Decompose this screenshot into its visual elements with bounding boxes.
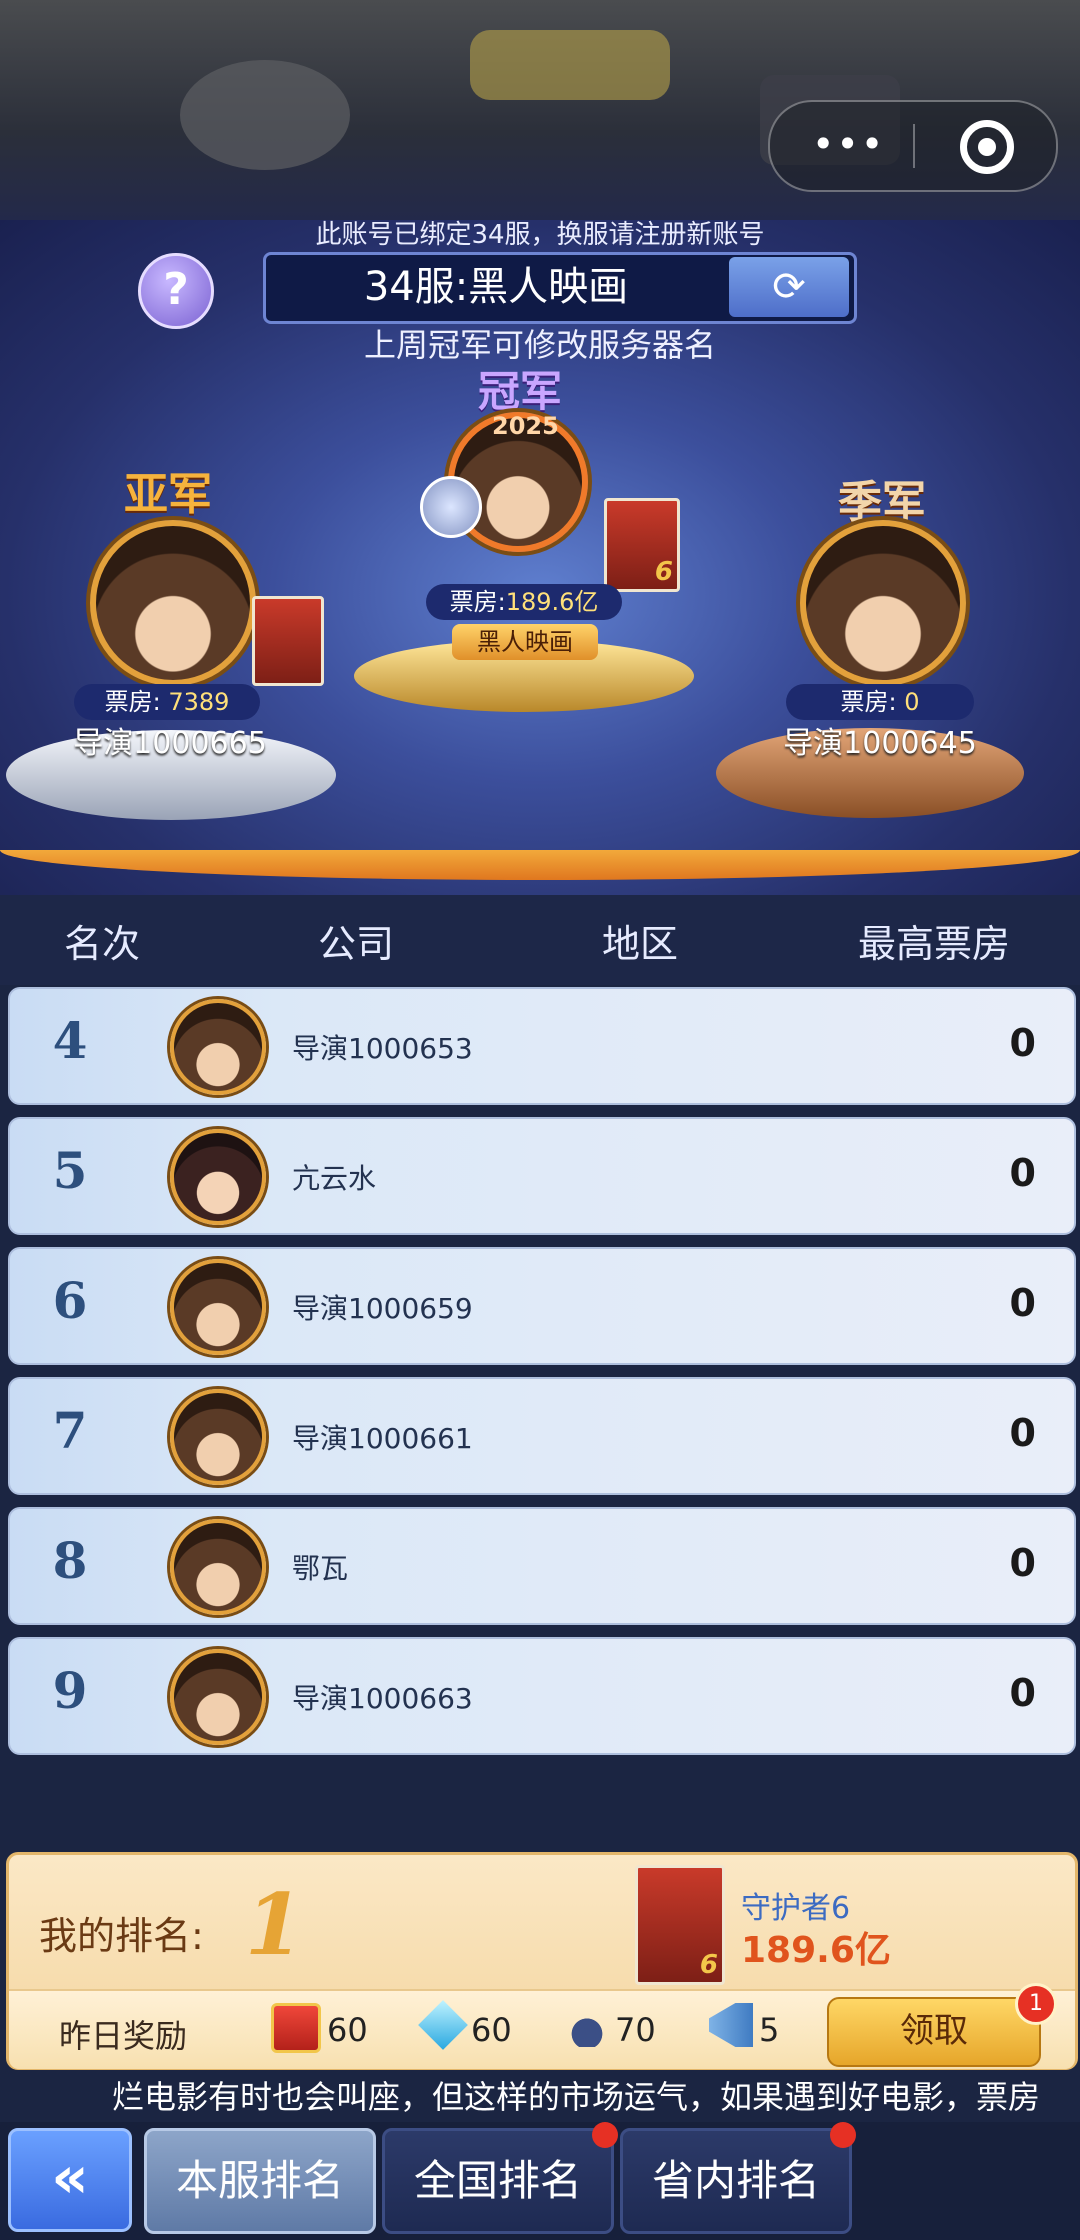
champion-year-badge: 2025: [492, 412, 559, 440]
champion-name-plate: 黑人映画: [452, 624, 598, 660]
row-value: 0: [1009, 1411, 1036, 1455]
bottom-navigation: « 本服排名 全国排名 省内排名: [0, 2122, 1080, 2240]
reward-value: 70: [615, 2011, 656, 2049]
row-rank: 4: [52, 1011, 88, 1070]
capsule-divider: [913, 124, 915, 168]
champion-box-office: 票房:189.6亿: [426, 584, 622, 620]
second-place-title: 亚军: [124, 469, 212, 520]
gift-box-icon: [271, 2003, 321, 2053]
row-rank: 7: [52, 1401, 88, 1460]
tab-server-ranking[interactable]: 本服排名: [144, 2128, 376, 2234]
my-rank-value: 1: [245, 1875, 304, 1974]
more-dots-icon[interactable]: •••: [812, 122, 885, 166]
row-name: 鄂瓦: [292, 1552, 349, 1585]
refresh-server-button[interactable]: ⟳: [729, 257, 849, 317]
claim-button[interactable]: 领取: [827, 1997, 1041, 2067]
background-shape: [180, 60, 350, 170]
tab-provincial-ranking[interactable]: 省内排名: [620, 2128, 852, 2234]
avatar: [170, 1389, 266, 1485]
notification-dot: [830, 2122, 856, 2148]
shield-emblem-icon: [420, 476, 482, 538]
avatar: [170, 1519, 266, 1615]
row-value: 0: [1009, 1541, 1036, 1585]
row-name: 导演1000661: [292, 1422, 473, 1455]
bind-note: 此账号已绑定34服，换服请注册新账号: [315, 220, 765, 250]
table-row[interactable]: 8 鄂瓦 0: [8, 1507, 1076, 1625]
reward-value: 60: [471, 2011, 512, 2049]
column-company: 公司: [318, 922, 395, 966]
server-name-box: 34服:黑人映画 ⟳: [263, 252, 857, 324]
row-name: 导演1000663: [292, 1682, 473, 1715]
news-ticker: 烂电影有时也会叫座，但这样的市场运气，如果遇到好电影，票房: [112, 2078, 1041, 2116]
table-row[interactable]: 6 导演1000659 0: [8, 1247, 1076, 1365]
column-rank: 名次: [64, 922, 141, 966]
claim-notification-badge: 1: [1015, 1983, 1057, 2025]
row-value: 0: [1009, 1281, 1036, 1325]
my-rank-label: 我的排名:: [39, 1914, 204, 1958]
my-rank-panel: 我的排名: 1 6 守护者6 189.6亿 昨日奖励 60 60 70 5 领取…: [6, 1852, 1078, 2070]
row-rank: 6: [52, 1271, 88, 1330]
diamond-icon: [418, 2000, 468, 2050]
third-place-name: 导演1000645: [783, 726, 977, 761]
mini-program-capsule: •••: [768, 100, 1058, 192]
tab-national-ranking[interactable]: 全国排名: [382, 2128, 614, 2234]
help-button[interactable]: ?: [138, 253, 214, 329]
row-rank: 5: [52, 1141, 88, 1200]
reward-label: 昨日奖励: [59, 2017, 188, 2055]
column-top-box-office: 最高票房: [858, 922, 1011, 966]
row-value: 0: [1009, 1671, 1036, 1715]
avatar: [170, 999, 266, 1095]
table-row[interactable]: 7 导演1000661 0: [8, 1377, 1076, 1495]
avatar: [170, 1129, 266, 1225]
third-place-avatar[interactable]: [800, 520, 966, 686]
row-rank: 9: [52, 1661, 88, 1720]
target-circle-icon[interactable]: [960, 120, 1014, 174]
champion-title: 冠军: [478, 367, 563, 416]
champion-film-poster: 6: [604, 498, 680, 592]
avatar: [170, 1649, 266, 1745]
row-value: 0: [1009, 1151, 1036, 1195]
column-region: 地区: [602, 922, 679, 966]
second-place-avatar[interactable]: [90, 520, 256, 686]
second-place-name: 导演1000665: [73, 726, 267, 761]
row-rank: 8: [52, 1531, 88, 1590]
my-box-office: 189.6亿: [741, 1930, 891, 1971]
second-place-box-office: 票房: 7389: [74, 684, 260, 720]
reward-value: 5: [759, 2011, 780, 2049]
third-place-box-office: 票房: 0: [786, 684, 974, 720]
table-row[interactable]: 5 亢云水 0: [8, 1117, 1076, 1235]
row-name: 导演1000659: [292, 1292, 473, 1325]
row-value: 0: [1009, 1021, 1036, 1065]
avatar: [170, 1259, 266, 1355]
server-name: 34服:黑人映画: [363, 264, 629, 310]
refresh-arrows-icon: ⟳: [772, 264, 806, 310]
reward-value: 60: [327, 2011, 368, 2049]
table-row[interactable]: 4 导演1000653 0: [8, 987, 1076, 1105]
background-shape: [470, 30, 670, 100]
ranking-table-header: 名次 公司 地区 最高票房: [0, 895, 1080, 985]
row-name: 亢云水: [292, 1162, 377, 1195]
ink-pen-icon: [565, 2003, 609, 2047]
back-button[interactable]: «: [8, 2128, 132, 2232]
table-row[interactable]: 9 导演1000663 0: [8, 1637, 1076, 1755]
my-film-poster: 6: [635, 1865, 725, 1985]
notification-dot: [592, 2122, 618, 2148]
film-poster: [252, 596, 324, 686]
megaphone-icon: [709, 2003, 753, 2047]
row-name: 导演1000653: [292, 1032, 473, 1065]
